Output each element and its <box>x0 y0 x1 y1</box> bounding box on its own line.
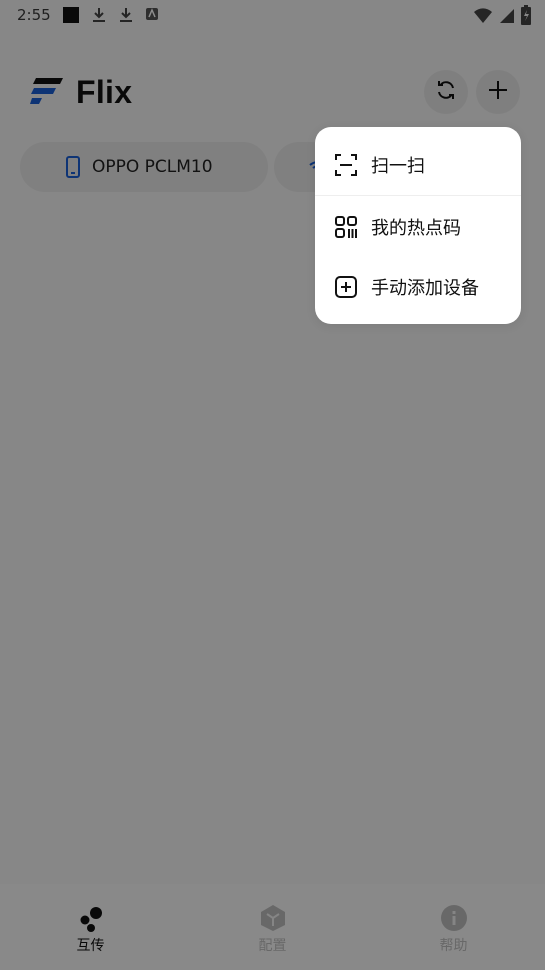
menu-item-label: 我的热点码 <box>371 218 461 239</box>
menu-item-label: 手动添加设备 <box>371 278 479 299</box>
qr-code-icon <box>335 216 357 238</box>
menu-item-add-device[interactable]: 手动添加设备 <box>315 257 521 317</box>
add-box-icon <box>335 276 357 298</box>
add-popup-menu: 扫一扫 我的热点码 手动添加设备 <box>315 127 521 324</box>
menu-item-hotspot-code[interactable]: 我的热点码 <box>315 197 521 257</box>
menu-item-scan[interactable]: 扫一扫 <box>315 135 521 195</box>
menu-item-label: 扫一扫 <box>371 156 425 177</box>
menu-divider <box>315 195 521 196</box>
scan-icon <box>335 154 357 176</box>
